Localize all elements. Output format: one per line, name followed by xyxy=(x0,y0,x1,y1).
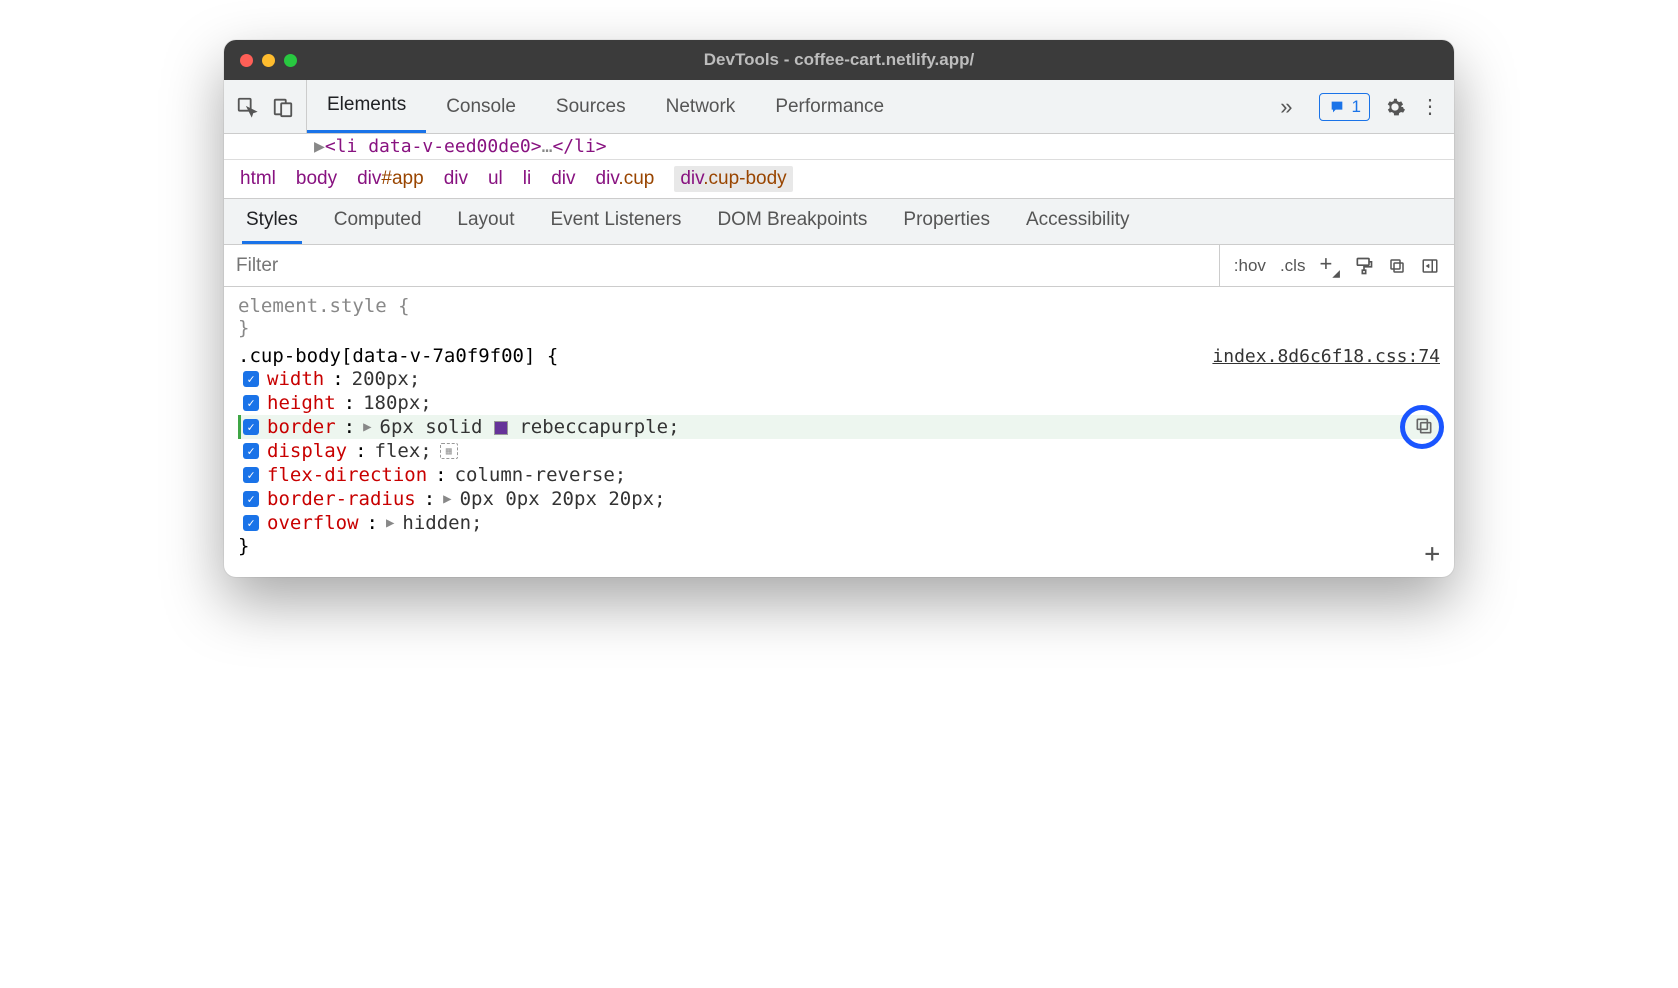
tab-performance[interactable]: Performance xyxy=(755,80,904,133)
add-rule-icon[interactable]: +◢ xyxy=(1319,251,1340,279)
paint-icon[interactable] xyxy=(1354,256,1374,276)
property[interactable]: flex-direction xyxy=(267,464,427,486)
flex-editor-icon[interactable]: ▦ xyxy=(440,443,458,459)
value[interactable]: 6px solid rebeccapurple; xyxy=(380,416,680,438)
css-declaration[interactable]: ✓border-radius:▶0px 0px 20px 20px; xyxy=(238,487,1440,511)
breadcrumb-item[interactable]: body xyxy=(296,168,337,190)
close-icon[interactable] xyxy=(240,54,253,67)
toolbar-right: » 1 ⋮ xyxy=(1268,93,1454,121)
enable-checkbox[interactable]: ✓ xyxy=(243,371,259,387)
breadcrumb-item[interactable]: div#app xyxy=(357,168,424,190)
window-controls xyxy=(240,54,297,67)
property[interactable]: height xyxy=(267,392,336,414)
subtab-dom-breakpoints[interactable]: DOM Breakpoints xyxy=(713,199,871,244)
filter-actions: :hov .cls +◢ xyxy=(1219,245,1454,286)
subtab-styles[interactable]: Styles xyxy=(242,199,302,244)
filter-input[interactable] xyxy=(224,245,1219,286)
copy-icon[interactable] xyxy=(1388,257,1406,275)
device-toggle-icon[interactable] xyxy=(272,96,294,118)
property[interactable]: border-radius xyxy=(267,488,416,510)
value[interactable]: 180px; xyxy=(363,392,432,414)
gear-icon[interactable] xyxy=(1384,96,1406,118)
copy-icon[interactable] xyxy=(1414,416,1436,438)
css-rule: .cup-body[data-v-7a0f9f00] { index.8d6c6… xyxy=(238,345,1440,557)
sidebar-toggle-icon[interactable] xyxy=(1420,257,1440,275)
value[interactable]: column-reverse; xyxy=(455,464,627,486)
color-swatch[interactable] xyxy=(494,421,508,435)
value[interactable]: 200px; xyxy=(352,368,421,390)
styles-pane: element.style { } .cup-body[data-v-7a0f9… xyxy=(224,287,1454,577)
subtab-accessibility[interactable]: Accessibility xyxy=(1022,199,1133,244)
issues-badge[interactable]: 1 xyxy=(1319,93,1370,121)
maximize-icon[interactable] xyxy=(284,54,297,67)
css-declaration[interactable]: ✓border:▶6px solid rebeccapurple; xyxy=(238,415,1440,439)
enable-checkbox[interactable]: ✓ xyxy=(243,395,259,411)
expand-icon[interactable]: ▶ xyxy=(443,491,451,507)
css-declaration[interactable]: ✓flex-direction:column-reverse; xyxy=(238,463,1440,487)
property[interactable]: overflow xyxy=(267,512,359,534)
window-title: DevTools - coffee-cart.netlify.app/ xyxy=(704,50,974,70)
breadcrumb-item[interactable]: div.cup-body xyxy=(674,166,792,192)
tab-sources[interactable]: Sources xyxy=(536,80,646,133)
tab-console[interactable]: Console xyxy=(426,80,536,133)
toolbar-left xyxy=(224,80,307,133)
element-style-rule[interactable]: element.style { } xyxy=(238,295,1440,339)
source-link[interactable]: index.8d6c6f18.css:74 xyxy=(1212,346,1440,367)
add-declaration-icon[interactable]: + xyxy=(1424,539,1440,569)
subtab-computed[interactable]: Computed xyxy=(330,199,426,244)
property[interactable]: border xyxy=(267,416,336,438)
selector: element.style { xyxy=(238,295,1440,317)
tab-network[interactable]: Network xyxy=(646,80,756,133)
filter-row: :hov .cls +◢ xyxy=(224,245,1454,287)
brace-close: } xyxy=(238,535,1440,557)
cls-toggle[interactable]: .cls xyxy=(1280,256,1306,276)
breadcrumb-item[interactable]: li xyxy=(523,168,531,190)
expand-icon[interactable]: ▶ xyxy=(386,515,394,531)
enable-checkbox[interactable]: ✓ xyxy=(243,443,259,459)
styles-subtabs: Styles Computed Layout Event Listeners DOM B… xyxy=(224,199,1454,245)
breadcrumb-item[interactable]: html xyxy=(240,168,276,190)
titlebar: DevTools - coffee-cart.netlify.app/ xyxy=(224,40,1454,80)
enable-checkbox[interactable]: ✓ xyxy=(243,515,259,531)
brace-close: } xyxy=(238,317,1440,339)
property[interactable]: display xyxy=(267,440,347,462)
breadcrumb-item[interactable]: div xyxy=(444,168,468,190)
expand-icon[interactable]: ▶ xyxy=(363,419,371,435)
badge-count: 1 xyxy=(1352,97,1361,117)
enable-checkbox[interactable]: ✓ xyxy=(243,491,259,507)
css-declaration[interactable]: ✓height:180px; xyxy=(238,391,1440,415)
breadcrumb-item[interactable]: ul xyxy=(488,168,503,190)
main-tabs: Elements Console Sources Network Perform… xyxy=(307,80,904,133)
dom-tree-row[interactable]: ▶<li data-v-eed00de0>…</li> xyxy=(224,134,1454,160)
minimize-icon[interactable] xyxy=(262,54,275,67)
css-declaration[interactable]: ✓display:flex;▦ xyxy=(238,439,1440,463)
subtab-properties[interactable]: Properties xyxy=(899,199,994,244)
breadcrumb-item[interactable]: div xyxy=(551,168,575,190)
chat-icon xyxy=(1328,99,1346,115)
kebab-icon[interactable]: ⋮ xyxy=(1420,94,1440,119)
css-declaration[interactable]: ✓overflow:▶hidden; xyxy=(238,511,1440,535)
subtab-layout[interactable]: Layout xyxy=(453,199,518,244)
breadcrumb: htmlbodydiv#appdivullidivdiv.cupdiv.cup-… xyxy=(224,160,1454,199)
property[interactable]: width xyxy=(267,368,324,390)
css-declaration[interactable]: ✓width:200px; xyxy=(238,367,1440,391)
value[interactable]: hidden; xyxy=(402,512,482,534)
devtools-window: DevTools - coffee-cart.netlify.app/ Elem… xyxy=(224,40,1454,577)
enable-checkbox[interactable]: ✓ xyxy=(243,419,259,435)
breadcrumb-item[interactable]: div.cup xyxy=(596,168,655,190)
value[interactable]: flex; xyxy=(375,440,432,462)
selector[interactable]: .cup-body[data-v-7a0f9f00] { xyxy=(238,345,558,367)
inspect-icon[interactable] xyxy=(236,96,258,118)
value[interactable]: 0px 0px 20px 20px; xyxy=(460,488,666,510)
hov-toggle[interactable]: :hov xyxy=(1234,256,1266,276)
subtab-event-listeners[interactable]: Event Listeners xyxy=(546,199,685,244)
enable-checkbox[interactable]: ✓ xyxy=(243,467,259,483)
more-tabs-icon[interactable]: » xyxy=(1268,94,1304,120)
tab-elements[interactable]: Elements xyxy=(307,80,426,133)
main-toolbar: Elements Console Sources Network Perform… xyxy=(224,80,1454,134)
